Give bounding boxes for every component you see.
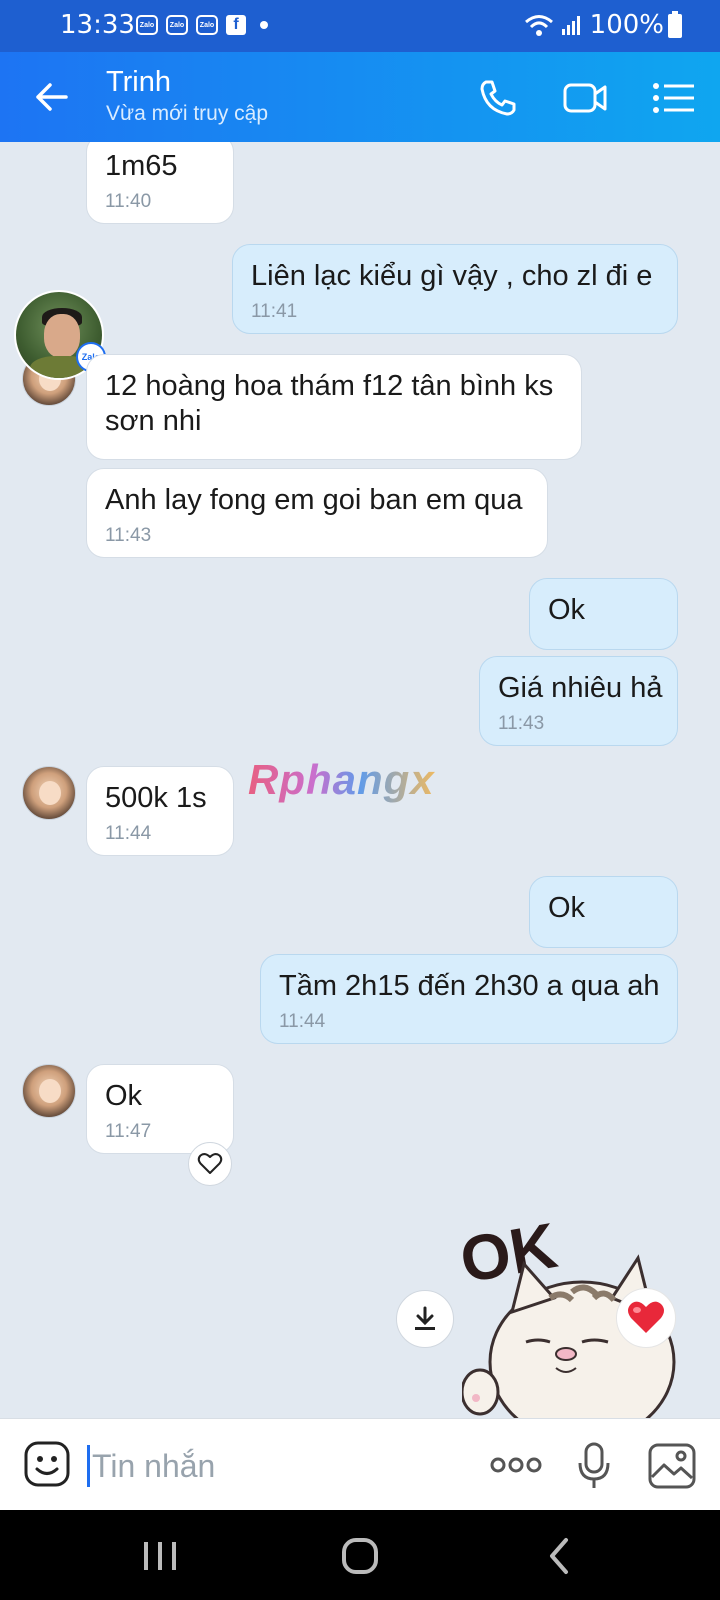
contact-avatar[interactable] xyxy=(22,1064,76,1118)
message-text-line2: sơn nhi xyxy=(105,405,202,437)
zalo-notification-icon: Zalo xyxy=(196,15,218,35)
more-options-icon[interactable] xyxy=(488,1445,544,1485)
phone-icon[interactable] xyxy=(474,74,522,122)
zalo-notification-icon: Zalo xyxy=(136,15,158,35)
facebook-notification-icon: f xyxy=(226,15,246,35)
message-text: 1m65 xyxy=(105,150,178,182)
signal-icon xyxy=(561,16,580,35)
message-time: 11:47 xyxy=(105,1121,152,1142)
outgoing-message[interactable]: Tầm 2h15 đến 2h30 a qua ah 11:44 xyxy=(260,954,678,1044)
status-time: 13:33 xyxy=(60,10,135,40)
video-call-icon[interactable] xyxy=(561,74,609,122)
incoming-message[interactable]: 12 hoàng hoa thám f12 tân bình ks sơn nh… xyxy=(86,354,582,460)
incoming-message[interactable]: 1m65 11:40 xyxy=(86,142,234,224)
chat-header: Trinh Vừa mới truy cập xyxy=(0,52,720,142)
outgoing-message[interactable]: Liên lạc kiểu gì vậy , cho zl đi e 11:41 xyxy=(232,244,678,334)
status-right: 100% xyxy=(524,10,664,40)
message-time: 11:41 xyxy=(251,301,298,322)
heart-reaction-button[interactable] xyxy=(616,1288,676,1348)
wifi-icon xyxy=(524,15,553,36)
zalo-notification-icon: Zalo xyxy=(166,15,188,35)
message-text: Ok xyxy=(105,1080,143,1112)
watermark-logo: Rphangx xyxy=(248,756,435,803)
outgoing-message[interactable]: Ok xyxy=(529,876,678,948)
contact-avatar[interactable] xyxy=(22,766,76,820)
list-menu-icon[interactable] xyxy=(650,74,698,122)
message-text: Liên lạc kiểu gì vậy , cho zl đi e xyxy=(251,260,653,292)
message-text: Ok xyxy=(548,892,586,924)
red-heart-icon xyxy=(628,1301,664,1333)
contact-name[interactable]: Trinh xyxy=(106,66,171,99)
more-notifications-dot-icon xyxy=(260,21,268,29)
message-list[interactable]: 1m65 11:40 Liên lạc kiểu gì vậy , cho zl… xyxy=(0,142,720,1418)
message-text: Tầm 2h15 đến 2h30 a qua ah xyxy=(279,970,660,1002)
home-icon[interactable] xyxy=(336,1532,384,1580)
battery-percentage: 100% xyxy=(589,10,664,40)
message-text: Anh lay fong em goi ban em qua xyxy=(105,484,523,516)
heart-outline-icon xyxy=(197,1153,223,1174)
message-time: 11:43 xyxy=(498,713,545,734)
incoming-message[interactable]: Ok 11:47 xyxy=(86,1064,234,1154)
system-navigation-bar xyxy=(0,1510,720,1600)
incoming-message[interactable]: 500k 1s 11:44 xyxy=(86,766,234,856)
message-text: Giá nhiêu hả xyxy=(498,672,663,704)
message-time: 11:43 xyxy=(105,525,152,546)
status-bar: 13:33 Zalo Zalo Zalo f 100% xyxy=(0,0,720,52)
incoming-message[interactable]: Anh lay fong em goi ban em qua 11:43 xyxy=(86,468,548,558)
message-text: Ok xyxy=(548,594,586,626)
outgoing-message[interactable]: Ok xyxy=(529,578,678,650)
message-time: 11:44 xyxy=(279,1011,326,1032)
microphone-icon[interactable] xyxy=(576,1441,612,1491)
emoji-icon[interactable] xyxy=(24,1441,70,1487)
contact-status: Vừa mới truy cập xyxy=(106,102,269,125)
download-sticker-button[interactable] xyxy=(396,1290,454,1348)
message-input-bar xyxy=(0,1418,720,1510)
message-time: 11:44 xyxy=(105,823,152,844)
outgoing-message[interactable]: Giá nhiêu hả 11:43 xyxy=(479,656,678,746)
message-time: 11:40 xyxy=(105,191,152,212)
download-icon xyxy=(415,1306,435,1330)
battery-icon xyxy=(668,11,682,38)
notification-icons: Zalo Zalo Zalo f xyxy=(136,15,268,35)
image-gallery-icon[interactable] xyxy=(648,1443,696,1489)
sticker-ok-text: OK xyxy=(462,1209,562,1297)
back-arrow-icon[interactable] xyxy=(30,76,72,118)
back-icon[interactable] xyxy=(536,1532,584,1580)
message-input[interactable] xyxy=(92,1441,462,1491)
recent-apps-icon[interactable] xyxy=(136,1532,184,1580)
message-text: 12 hoàng hoa thám f12 tân bình ks xyxy=(105,370,554,402)
text-cursor xyxy=(87,1445,90,1487)
message-text: 500k 1s xyxy=(105,782,207,814)
react-heart-button[interactable] xyxy=(188,1142,232,1186)
